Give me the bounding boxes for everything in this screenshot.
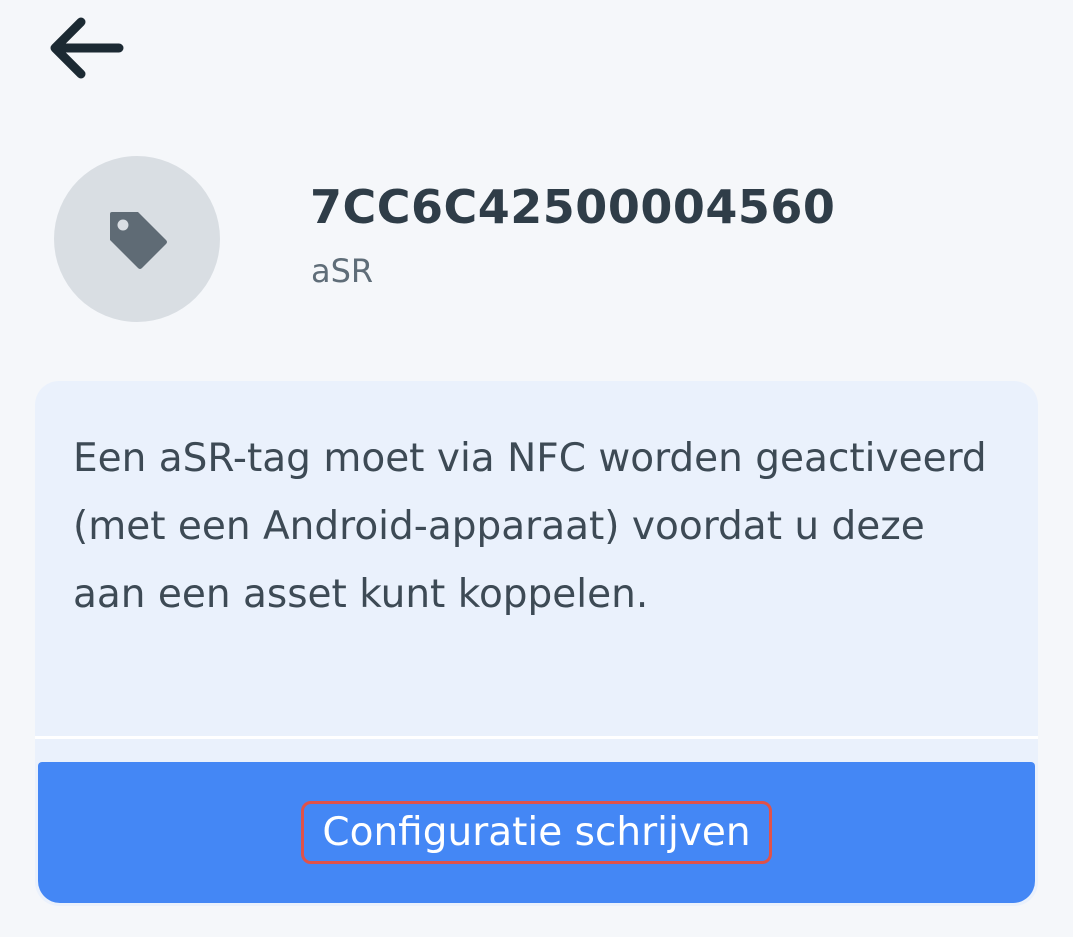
- write-configuration-button[interactable]: Configuratie schrijven: [301, 801, 772, 864]
- info-card: Een aSR-tag moet via NFC worden geactive…: [35, 381, 1038, 906]
- avatar: [54, 156, 220, 322]
- divider: [35, 736, 1038, 739]
- tag-detail-page: 7CC6C42500004560 aSR Een aSR-tag moet vi…: [0, 0, 1073, 937]
- arrow-left-icon: [50, 17, 124, 79]
- action-bar[interactable]: Configuratie schrijven: [38, 762, 1035, 903]
- back-button[interactable]: [40, 12, 130, 84]
- tag-type: aSR: [311, 252, 374, 290]
- info-message: Een aSR-tag moet via NFC worden geactive…: [73, 436, 987, 617]
- tag-id: 7CC6C42500004560: [310, 180, 836, 234]
- tag-icon: [110, 212, 167, 269]
